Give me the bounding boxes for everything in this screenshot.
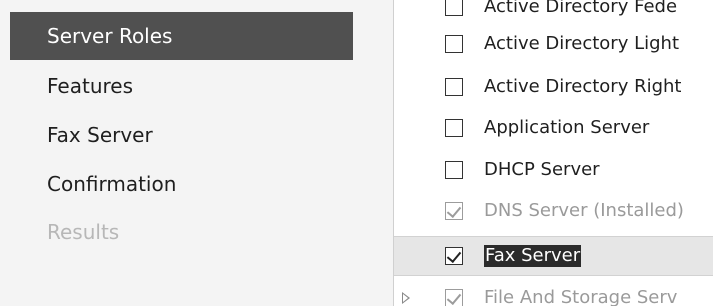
role-checkbox-dns-server [445, 202, 463, 220]
nav-item-server-roles[interactable]: Server Roles [10, 12, 353, 60]
role-row-application-server[interactable]: Application Server [394, 108, 713, 148]
role-checkbox-fax-server[interactable] [445, 247, 463, 265]
checkmark-icon [446, 289, 462, 306]
role-checkbox-active-directory-rights[interactable] [445, 78, 463, 96]
chevron-right-icon[interactable] [402, 292, 410, 304]
role-checkbox-file-and-storage-services [445, 289, 463, 306]
checkmark-icon [446, 202, 462, 219]
role-checkbox-active-directory-federation[interactable] [445, 0, 463, 16]
nav-item-fax-server[interactable]: Fax Server [10, 111, 353, 159]
nav-item-results: Results [47, 220, 120, 244]
role-label-application-server: Application Server [484, 117, 650, 138]
role-label-file-and-storage-services: File And Storage Serv [484, 287, 678, 306]
nav-item-features[interactable]: Features [10, 62, 353, 110]
role-checkbox-active-directory-lightweight[interactable] [445, 35, 463, 53]
role-row-active-directory-federation[interactable]: Active Directory Fede [394, 0, 713, 27]
role-checkbox-dhcp-server[interactable] [445, 161, 463, 179]
roles-list: Active Directory Fede Active Directory L… [394, 0, 713, 306]
role-label-dhcp-server: DHCP Server [484, 159, 600, 180]
role-label-active-directory-federation: Active Directory Fede [484, 0, 678, 17]
role-label-dns-server: DNS Server (Installed) [484, 200, 684, 221]
role-row-fax-server[interactable]: Fax Server [394, 236, 713, 276]
role-checkbox-application-server[interactable] [445, 119, 463, 137]
role-row-dhcp-server[interactable]: DHCP Server [394, 150, 713, 190]
role-row-active-directory-rights[interactable]: Active Directory Right [394, 67, 713, 107]
role-row-file-and-storage-services: File And Storage Serv [394, 278, 713, 306]
role-label-active-directory-lightweight: Active Directory Light [484, 33, 680, 54]
nav-item-confirmation[interactable]: Confirmation [10, 160, 353, 208]
role-row-dns-server: DNS Server (Installed) [394, 191, 713, 231]
checkmark-icon [446, 247, 462, 264]
role-label-active-directory-rights: Active Directory Right [484, 76, 682, 97]
wizard-navigation: Server Roles Features Fax Server Confirm… [0, 0, 393, 306]
role-row-active-directory-lightweight[interactable]: Active Directory Light [394, 24, 713, 64]
role-label-fax-server: Fax Server [484, 245, 582, 267]
